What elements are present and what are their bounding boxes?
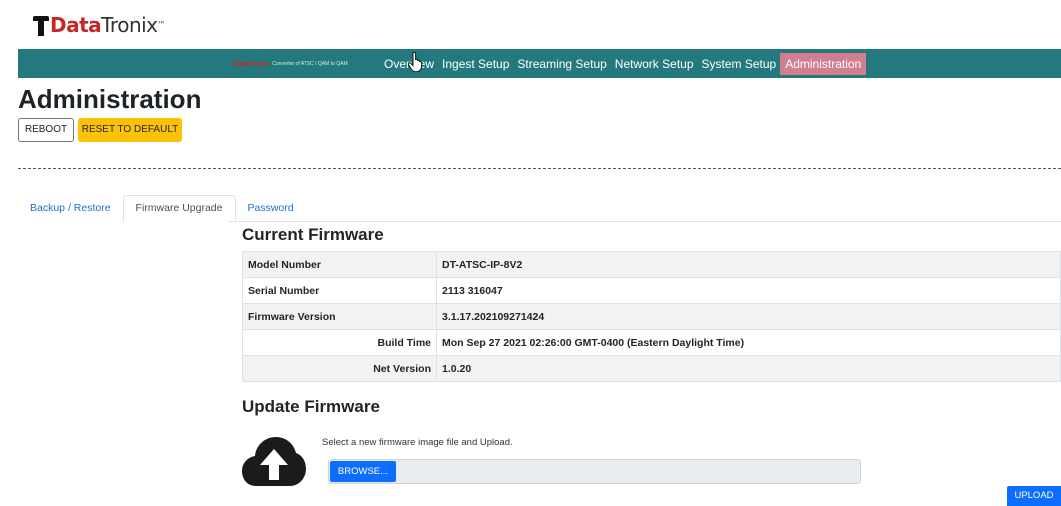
cloud-upload-icon xyxy=(242,437,306,486)
upload-hint-text: Select a new firmware image file and Upl… xyxy=(322,437,513,448)
tab-backup-restore[interactable]: Backup / Restore xyxy=(18,195,123,222)
firmware-file-input[interactable] xyxy=(328,459,861,484)
firmware-row-label: Firmware Version xyxy=(242,303,437,330)
hand-pointer-icon xyxy=(408,52,423,72)
update-firmware-heading: Update Firmware xyxy=(242,397,380,416)
table-row: Model Number DT-ATSC-IP-8V2 xyxy=(242,251,1061,278)
build-time-value: Mon Sep 27 2021 02:26:00 GMT-0400 (Easte… xyxy=(436,329,1061,356)
tabs-underline xyxy=(228,221,1061,222)
logo-text-bold: Data xyxy=(50,13,102,37)
tab-password[interactable]: Password xyxy=(236,195,306,222)
firmware-row-label: Build Time xyxy=(242,329,437,356)
navbar-brand[interactable]: DataTronix Converter of ATSC / QAM to QA… xyxy=(233,59,348,69)
reset-to-default-button[interactable]: RESET TO DEFAULT xyxy=(78,118,182,142)
navbar-brand-tagline: Converter of ATSC / QAM to QAM xyxy=(272,61,348,67)
logo-mark-icon xyxy=(33,14,49,36)
section-divider xyxy=(18,168,1061,169)
table-row: Firmware Version 3.1.17.202109271424 xyxy=(242,303,1061,330)
reboot-button[interactable]: REBOOT xyxy=(18,118,74,142)
browse-button[interactable]: BROWSE... xyxy=(330,461,396,482)
tab-firmware-upgrade[interactable]: Firmware Upgrade xyxy=(122,195,236,222)
serial-number-value: 2113 316047 xyxy=(436,277,1061,304)
nav-menu: Overview Ingest Setup Streaming Setup Ne… xyxy=(380,49,867,78)
page-title: Administration xyxy=(18,84,202,114)
logo-text-light: Tronix xyxy=(101,13,158,37)
navbar-brand-logo: DataTronix xyxy=(233,60,270,68)
firmware-row-label: Net Version xyxy=(242,355,437,382)
table-row: Serial Number 2113 316047 xyxy=(242,277,1061,304)
table-row: Net Version 1.0.20 xyxy=(242,355,1061,382)
firmware-row-label: Model Number xyxy=(242,251,437,278)
firmware-version-value: 3.1.17.202109271424 xyxy=(436,303,1061,330)
logo-trademark: ™ xyxy=(157,20,166,29)
nav-item-streaming-setup[interactable]: Streaming Setup xyxy=(513,53,610,75)
nav-item-network-setup[interactable]: Network Setup xyxy=(611,53,698,75)
nav-item-system-setup[interactable]: System Setup xyxy=(698,53,781,75)
upload-button[interactable]: UPLOAD xyxy=(1007,486,1061,506)
current-firmware-table: Model Number DT-ATSC-IP-8V2 Serial Numbe… xyxy=(242,251,1061,382)
net-version-value: 1.0.20 xyxy=(436,355,1061,382)
firmware-row-label: Serial Number xyxy=(242,277,437,304)
nav-item-administration[interactable]: Administration xyxy=(780,52,867,75)
admin-tabs: Backup / Restore Firmware Upgrade Passwo… xyxy=(18,195,306,222)
table-row: Build Time Mon Sep 27 2021 02:26:00 GMT-… xyxy=(242,329,1061,356)
top-navbar: DataTronix Converter of ATSC / QAM to QA… xyxy=(18,49,1061,78)
nav-item-ingest-setup[interactable]: Ingest Setup xyxy=(438,53,513,75)
model-number-value: DT-ATSC-IP-8V2 xyxy=(436,251,1061,278)
current-firmware-heading: Current Firmware xyxy=(242,225,384,244)
datatronix-logo: DataTronix™ xyxy=(33,10,166,37)
